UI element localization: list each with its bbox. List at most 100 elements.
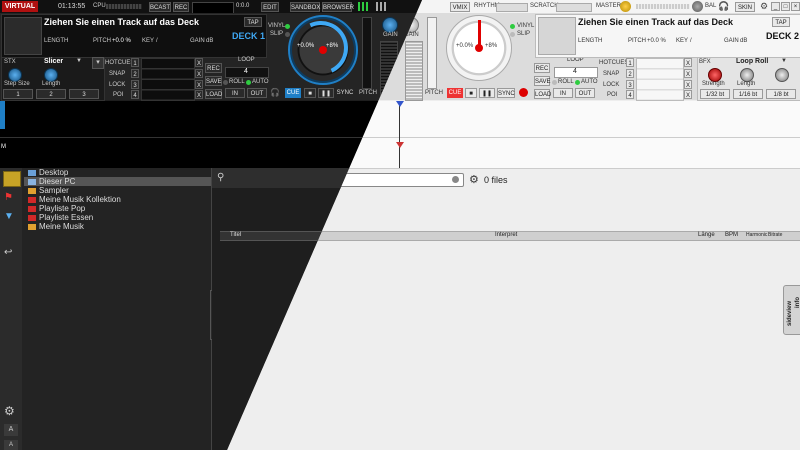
- column-length[interactable]: Länge: [698, 232, 715, 238]
- vmix-button[interactable]: VMIX: [450, 2, 470, 12]
- close-button[interactable]: ×: [791, 2, 800, 11]
- folder-toolbar-icon[interactable]: [3, 171, 21, 187]
- skin-button[interactable]: SKIN: [735, 2, 755, 12]
- bal-knob[interactable]: [692, 1, 703, 12]
- deck1-length-knob[interactable]: [44, 68, 58, 82]
- deck1-cue-button[interactable]: CUE: [285, 88, 301, 98]
- deck2-load-button[interactable]: LOAD: [534, 89, 551, 99]
- deck1-save-button[interactable]: SAVE: [205, 76, 222, 86]
- filter-toolbar-icon[interactable]: ⚑: [4, 192, 18, 204]
- deck2-save-button[interactable]: SAVE: [534, 76, 551, 86]
- deck1-roll-led[interactable]: [223, 80, 228, 85]
- tree-item-my-music[interactable]: Meine Musik: [28, 222, 84, 231]
- sideview-tab[interactable]: sideview info: [783, 285, 800, 335]
- deck2-auto-led[interactable]: [575, 80, 580, 85]
- deck2-hotcue-delete-1[interactable]: X: [684, 58, 692, 67]
- deck1-sync-button[interactable]: SYNC: [336, 88, 354, 98]
- deck1-hotcue-1[interactable]: 1: [131, 58, 139, 67]
- deck1-vinyl-led[interactable]: [285, 24, 290, 29]
- sort-toolbar-icon[interactable]: ▼: [4, 211, 18, 223]
- back-toolbar-icon[interactable]: ↩: [4, 247, 18, 259]
- deck2-rate-knob[interactable]: [775, 68, 789, 82]
- deck2-hotcue-3[interactable]: 3: [626, 80, 634, 89]
- deck1-fx-settings-icon[interactable]: ▾: [92, 57, 104, 69]
- deck1-tap-button[interactable]: TAP: [244, 17, 262, 27]
- deck1-effect-name[interactable]: Slicer: [44, 58, 63, 65]
- deck1-play-pause-button[interactable]: ❚❚: [318, 88, 334, 98]
- deck2-pad-3[interactable]: 1/8 bt: [766, 89, 796, 99]
- tree-item-collection[interactable]: Meine Musik Kollektion: [28, 195, 121, 204]
- rec-top-button[interactable]: REC: [173, 2, 189, 12]
- deck1-load-button[interactable]: LOAD: [205, 89, 222, 99]
- deck2-roll-led[interactable]: [552, 80, 557, 85]
- sandbox-button[interactable]: SANDBOX: [290, 2, 320, 12]
- deck1-pad-1[interactable]: 1: [3, 89, 33, 99]
- deck1-fx-dropdown-icon[interactable]: ▼: [76, 58, 84, 66]
- layout-grid-icon-2[interactable]: [376, 2, 388, 11]
- deck2-hotcue-4[interactable]: 4: [626, 90, 634, 99]
- deck1-hotcue-3[interactable]: 3: [131, 80, 139, 89]
- deck2-loop-out-button[interactable]: OUT: [575, 88, 595, 98]
- deck2-hotcue-delete-4[interactable]: X: [684, 90, 692, 99]
- deck1-loop-out-button[interactable]: OUT: [247, 88, 267, 98]
- tree-item-desktop[interactable]: Desktop: [28, 168, 68, 177]
- browser-settings-icon[interactable]: ⚙: [4, 404, 18, 418]
- deck1-hotcue-delete-2[interactable]: X: [195, 69, 203, 78]
- tree-item-sampler[interactable]: Sampler: [28, 186, 69, 195]
- deck2-vinyl-led[interactable]: [510, 24, 515, 29]
- deck1-hotcue-delete-4[interactable]: X: [195, 90, 203, 99]
- minimize-button[interactable]: _: [771, 2, 780, 11]
- deck2-cue-button[interactable]: CUE: [447, 88, 463, 98]
- deck2-length-knob[interactable]: [740, 68, 754, 82]
- bcast-button[interactable]: BCAST: [149, 2, 171, 12]
- deck1-gain-knob[interactable]: [382, 17, 398, 33]
- deck2-hotcue-1[interactable]: 1: [626, 58, 634, 67]
- deck1-headphone-icon[interactable]: 🎧: [270, 88, 281, 98]
- settings-icon[interactable]: ⚙: [760, 1, 770, 11]
- browser-button[interactable]: BROWSER: [322, 2, 354, 12]
- deck2-loop-in-button[interactable]: IN: [553, 88, 573, 98]
- deck2-record-icon[interactable]: [519, 88, 528, 97]
- deck2-pitch-slider[interactable]: [427, 17, 437, 89]
- deck1-hotcue-delete-3[interactable]: X: [195, 80, 203, 89]
- column-title-dark[interactable]: Titel: [230, 232, 241, 238]
- deck2-fx-dropdown-icon[interactable]: ▼: [781, 58, 789, 66]
- deck1-loop-size[interactable]: 4: [225, 67, 269, 78]
- deck2-rec-button[interactable]: REC: [534, 63, 550, 73]
- deck2-hotcue-delete-3[interactable]: X: [684, 80, 692, 89]
- deck2-hotcue-2[interactable]: 2: [626, 69, 634, 78]
- maximize-button[interactable]: □: [781, 2, 790, 11]
- deck1-stop-button[interactable]: ■: [304, 88, 316, 98]
- deck1-hotcue-2[interactable]: 2: [131, 69, 139, 78]
- deck1-jog-wheel[interactable]: [286, 13, 358, 85]
- deck1-loop-in-button[interactable]: IN: [225, 88, 245, 98]
- font-size-icon[interactable]: A: [4, 424, 18, 436]
- search-icon[interactable]: ⚲: [217, 172, 229, 184]
- column-artist[interactable]: Interpret: [495, 232, 517, 238]
- column-bitrate[interactable]: Bitrate: [768, 232, 782, 238]
- column-harmonic[interactable]: Harmonic: [746, 232, 767, 238]
- deck1-hotcue-4[interactable]: 4: [131, 90, 139, 99]
- tree-item-this-pc[interactable]: Dieser PC: [28, 177, 75, 186]
- deck2-sync-button[interactable]: SYNC: [497, 88, 515, 98]
- layout-grid-icon[interactable]: [358, 2, 370, 11]
- deck2-strength-knob[interactable]: [708, 68, 722, 82]
- deck2-hotcue-delete-2[interactable]: X: [684, 69, 692, 78]
- deck1-stepsize-knob[interactable]: [8, 68, 22, 82]
- clear-search-icon[interactable]: [452, 176, 459, 183]
- deck2-pad-1[interactable]: 1/32 bt: [700, 89, 730, 99]
- deck2-loop-size[interactable]: 4: [554, 67, 598, 78]
- deck1-pad-3[interactable]: 3: [69, 89, 99, 99]
- font-size-small-icon[interactable]: A: [4, 440, 18, 450]
- edit-button[interactable]: EDIT: [261, 2, 279, 12]
- deck2-stop-button[interactable]: ■: [465, 88, 477, 98]
- column-bpm[interactable]: BPM: [725, 232, 738, 238]
- tree-item-playlist-pop[interactable]: Playliste Pop: [28, 204, 85, 213]
- master-knob[interactable]: [620, 1, 631, 12]
- deck2-pad-2[interactable]: 1/16 bt: [733, 89, 763, 99]
- deck2-effect-name[interactable]: Loop Roll: [736, 58, 768, 65]
- deck1-rec-button[interactable]: REC: [205, 63, 222, 73]
- browser-options-icon[interactable]: ⚙: [469, 174, 481, 186]
- deck1-hotcue-delete-1[interactable]: X: [195, 58, 203, 67]
- deck1-slip-led[interactable]: [285, 32, 290, 37]
